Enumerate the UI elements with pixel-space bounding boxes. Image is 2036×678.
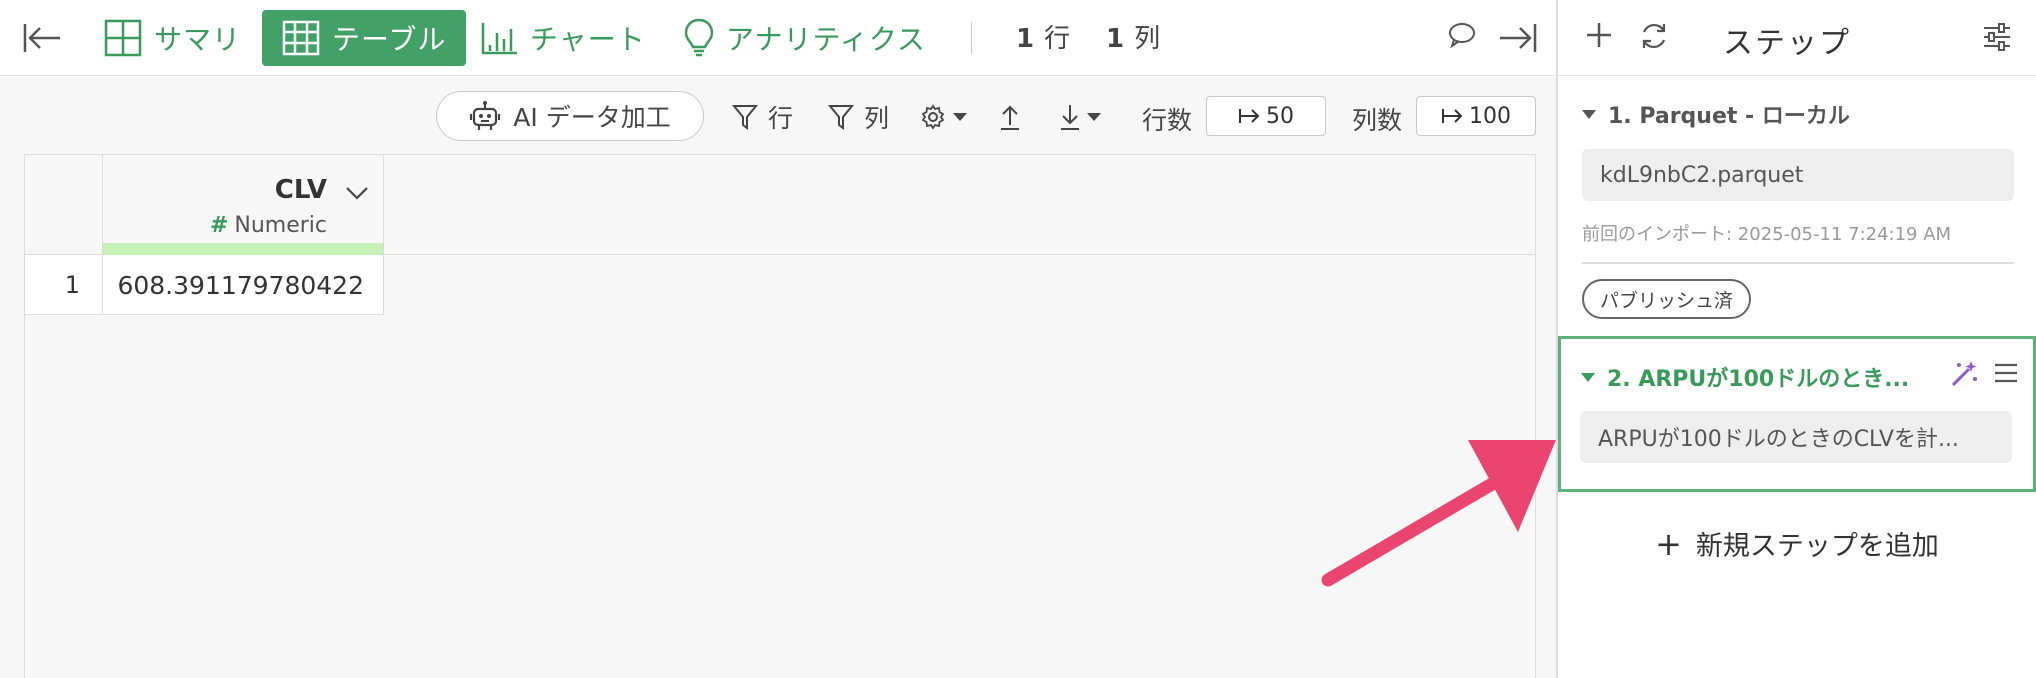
annotation-arrow (1321, 440, 1556, 587)
